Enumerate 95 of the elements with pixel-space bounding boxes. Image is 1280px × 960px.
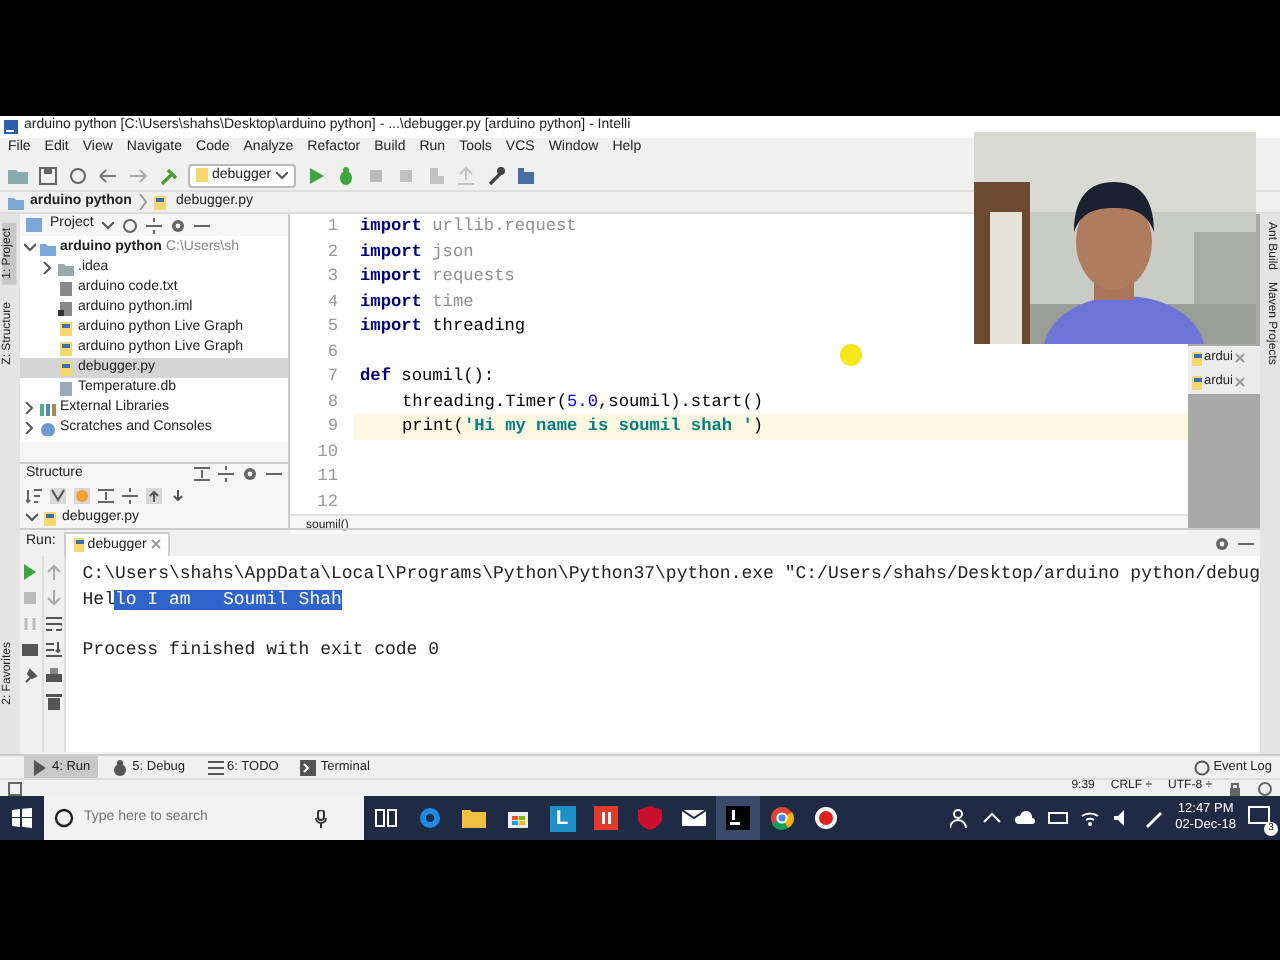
expand-all-icon[interactable]	[194, 466, 210, 482]
target-icon[interactable]	[121, 217, 138, 233]
line-number: 10	[315, 439, 338, 464]
python-file-icon	[58, 341, 74, 355]
code-line: threading.Timer(5.0,soumil).start()	[400, 389, 766, 414]
console-line: Hello I am Soumil Shah	[82, 587, 344, 612]
trash-icon[interactable]	[45, 694, 62, 710]
line-number: 3	[325, 264, 338, 289]
autoscroll-icon[interactable]	[170, 488, 186, 504]
caret-icon	[275, 171, 288, 179]
books-icon	[40, 401, 56, 415]
wrench-icon[interactable]	[485, 165, 506, 185]
python-file-icon	[1190, 375, 1202, 389]
task-view-icon	[374, 806, 398, 830]
bug-icon[interactable]	[335, 165, 356, 185]
python-file-icon	[58, 321, 74, 335]
scratch-icon	[40, 421, 56, 435]
envelope-icon	[682, 806, 706, 830]
collapse-icon[interactable]	[122, 488, 138, 504]
code-line: import json	[358, 239, 476, 264]
record-icon	[814, 806, 838, 830]
settings-icon[interactable]	[1214, 535, 1230, 551]
python-file-icon	[196, 168, 208, 182]
line-number: 12	[315, 489, 338, 514]
shopping-bag-icon	[506, 806, 530, 830]
line-number: 5	[325, 314, 338, 339]
code-line: import requests	[358, 264, 517, 289]
settings-icon[interactable]	[169, 217, 186, 233]
layout-icon[interactable]	[22, 642, 39, 658]
browser-icon	[418, 806, 442, 830]
database-file-icon	[58, 381, 74, 395]
microphone-icon	[314, 809, 328, 827]
list-icon	[207, 759, 224, 775]
project-icon	[26, 218, 42, 232]
python-file-icon	[1190, 351, 1202, 365]
filter-icon[interactable]	[50, 488, 66, 504]
scroll-end-icon[interactable]	[45, 642, 62, 658]
python-file-icon	[42, 511, 58, 525]
pen-icon[interactable]	[1143, 808, 1164, 828]
chevron-icon	[137, 194, 148, 210]
python-file-icon	[71, 537, 84, 551]
browser-icon	[770, 806, 794, 830]
line-number: 9	[325, 414, 338, 439]
people-icon[interactable]	[949, 808, 970, 828]
code-line: import time	[358, 289, 476, 314]
run-icon[interactable]	[305, 165, 326, 185]
line-number: 11	[315, 464, 338, 489]
taskbar-app[interactable]: L	[540, 796, 584, 840]
sync-icon[interactable]	[68, 165, 88, 185]
hammer-icon[interactable]	[158, 165, 178, 185]
module-file-icon	[58, 301, 74, 315]
python-file-icon	[58, 361, 74, 375]
code-line: import urllib.request	[358, 214, 579, 239]
chevron-up-icon[interactable]	[981, 810, 1002, 826]
project-structure-icon[interactable]	[515, 165, 536, 185]
python-file-icon	[153, 195, 170, 209]
bug-icon	[112, 759, 129, 775]
collapse-icon[interactable]	[145, 217, 162, 233]
expand-all-icon[interactable]	[98, 488, 114, 504]
line-number: 4	[325, 289, 338, 314]
code-line: def soumil():	[358, 364, 497, 389]
caret-icon[interactable]	[101, 221, 114, 229]
windows-logo-icon	[12, 808, 32, 828]
window-icon[interactable]	[8, 781, 22, 795]
soft-wrap-icon[interactable]	[45, 616, 62, 632]
search-icon	[54, 808, 74, 828]
text-file-icon	[58, 281, 74, 295]
ide-icon	[726, 806, 750, 830]
console-line: C:\Users\shahs\AppData\Local\Programs\Python\Python37\python.exe "C:/Users/shahs/Desktop/arduino python/debug	[82, 562, 1260, 587]
lock-icon[interactable]	[1228, 781, 1242, 795]
settings-icon[interactable]	[242, 466, 258, 482]
close-icon[interactable]	[150, 538, 163, 550]
line-number: 8	[325, 389, 338, 414]
wifi-icon[interactable]	[1079, 808, 1100, 828]
console-line: Process finished with exit code 0	[82, 637, 442, 662]
run-icon[interactable]	[22, 564, 39, 580]
save-icon[interactable]	[38, 165, 58, 185]
line-number: 6	[325, 339, 338, 364]
battery-icon[interactable]	[1047, 808, 1068, 828]
folder-icon	[462, 806, 486, 830]
chat-icon	[1248, 806, 1270, 828]
run-icon	[32, 759, 48, 775]
line-number: 7	[325, 364, 338, 389]
sort-icon[interactable]	[26, 488, 42, 504]
line-number: 1	[325, 214, 338, 239]
terminal-icon	[300, 759, 317, 775]
pin-icon[interactable]	[22, 668, 39, 684]
autoscroll-icon[interactable]	[146, 488, 162, 504]
back-icon[interactable]	[98, 165, 118, 185]
cloud-icon[interactable]	[1013, 808, 1036, 828]
taskbar-app[interactable]	[716, 796, 760, 840]
print-icon[interactable]	[45, 668, 62, 684]
collapse-icon[interactable]	[218, 466, 234, 482]
line-number: 2	[325, 239, 338, 264]
code-line: import threading	[358, 314, 528, 339]
